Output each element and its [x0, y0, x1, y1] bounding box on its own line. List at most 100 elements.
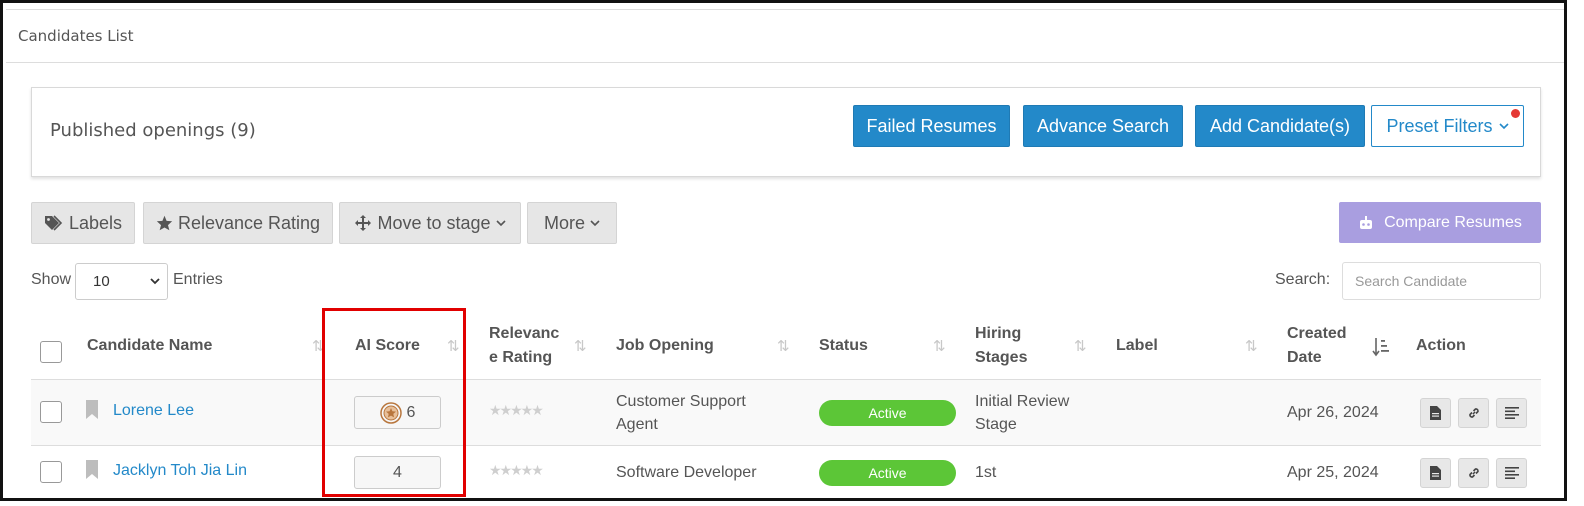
job-opening-line2: Agent: [616, 416, 658, 433]
move-to-stage-label: Move to stage: [377, 212, 491, 233]
sort-icon[interactable]: ⇅: [447, 337, 460, 355]
sort-icon[interactable]: ⇅: [1245, 337, 1258, 355]
header-status[interactable]: Status: [819, 334, 868, 358]
app-frame: Candidates List Published openings (9) F…: [0, 0, 1567, 501]
chevron-down-icon: [495, 219, 506, 226]
view-resume-button[interactable]: [1420, 458, 1451, 488]
hiring-stage: 1st: [975, 464, 997, 481]
sort-descending-icon[interactable]: [1372, 337, 1390, 357]
entries-label: Entries: [173, 271, 223, 288]
row-checkbox[interactable]: [40, 461, 62, 483]
candidate-name-link[interactable]: Lorene Lee: [113, 402, 194, 420]
sort-icon[interactable]: ⇅: [1074, 337, 1087, 355]
header-candidate-name[interactable]: Candidate Name: [87, 334, 212, 358]
header-relevance-line1: Relevanc: [489, 325, 560, 342]
sort-icon[interactable]: ⇅: [777, 337, 790, 355]
row-divider: [31, 445, 1541, 446]
header-created-line1: Created: [1287, 325, 1347, 342]
panel-title: Candidates List: [18, 27, 134, 45]
more-button[interactable]: More: [527, 202, 617, 244]
details-button[interactable]: [1496, 458, 1527, 488]
created-date: Apr 25, 2024: [1287, 464, 1379, 481]
ai-score-badge[interactable]: 4: [354, 456, 441, 489]
job-opening: Software Developer: [616, 464, 757, 481]
add-candidates-label: Add Candidate(s): [1209, 115, 1351, 136]
chevron-down-icon: [150, 278, 160, 285]
advance-search-label: Advance Search: [1036, 115, 1170, 136]
panel-header: Candidates List: [6, 9, 1564, 63]
header-hiring-line2: Stages: [975, 349, 1028, 366]
link-icon: [1468, 468, 1479, 478]
header-label[interactable]: Label: [1116, 334, 1158, 358]
document-icon: [1430, 466, 1441, 480]
robot-icon: [1360, 215, 1373, 229]
sort-icon[interactable]: ⇅: [574, 337, 587, 355]
award-badge-icon: [379, 401, 402, 424]
hiring-stage-line1: Initial Review: [975, 393, 1070, 410]
header-created-date[interactable]: Created Date: [1287, 322, 1347, 370]
relevance-rating-button[interactable]: Relevance Rating: [143, 202, 333, 244]
hiring-stage-line2: Stage: [975, 416, 1017, 433]
failed-resumes-label: Failed Resumes: [866, 115, 997, 136]
tags-icon: [44, 215, 63, 231]
job-opening-line1: Customer Support: [616, 393, 746, 410]
ai-score-value: 4: [393, 463, 402, 481]
chevron-down-icon: [590, 219, 600, 226]
header-created-line2: Date: [1287, 349, 1322, 366]
created-date: Apr 26, 2024: [1287, 404, 1379, 421]
header-job-opening[interactable]: Job Opening: [616, 334, 714, 358]
relevance-rating-label: Relevance Rating: [177, 212, 321, 233]
entries-value: 10: [93, 273, 110, 290]
header-action: Action: [1416, 337, 1466, 354]
star-icon: [156, 215, 173, 231]
job-opening: Customer Support Agent: [616, 390, 746, 436]
entries-select[interactable]: 10: [75, 263, 168, 300]
header-hiring-line1: Hiring: [975, 325, 1022, 342]
view-resume-button[interactable]: [1420, 398, 1451, 428]
preset-filters-button[interactable]: Preset Filters: [1371, 105, 1524, 147]
preset-filters-label: Preset Filters: [1386, 115, 1493, 136]
bookmark-icon[interactable]: [86, 460, 98, 479]
openings-title: Published openings (9): [50, 120, 256, 141]
copy-link-button[interactable]: [1458, 458, 1489, 488]
status-badge: Active: [819, 400, 956, 426]
search-label: Search:: [1275, 271, 1331, 288]
header-relevance-line2: e Rating: [489, 349, 553, 366]
align-left-icon: [1504, 407, 1519, 419]
align-left-icon: [1504, 467, 1519, 479]
sort-icon[interactable]: ⇅: [312, 337, 325, 355]
chevron-down-icon: [1498, 122, 1509, 129]
move-to-stage-button[interactable]: Move to stage: [339, 202, 521, 244]
compare-resumes-button[interactable]: Compare Resumes: [1339, 202, 1541, 243]
header-hiring-stages[interactable]: Hiring Stages: [975, 322, 1027, 370]
link-icon: [1468, 408, 1479, 418]
row-checkbox[interactable]: [40, 401, 62, 423]
search-input[interactable]: Search Candidate: [1342, 262, 1541, 300]
add-candidates-button[interactable]: Add Candidate(s): [1195, 105, 1365, 147]
candidate-name-link[interactable]: Jacklyn Toh Jia Lin: [113, 462, 247, 480]
labels-button[interactable]: Labels: [31, 202, 135, 244]
header-ai-score[interactable]: AI Score: [355, 334, 420, 358]
ai-score-badge[interactable]: 6: [354, 396, 441, 429]
status-badge: Active: [819, 460, 956, 486]
header-relevance-rating[interactable]: Relevanc e Rating: [489, 322, 559, 370]
hiring-stage: Initial Review Stage: [975, 390, 1069, 436]
notification-dot: [1511, 109, 1520, 118]
details-button[interactable]: [1496, 398, 1527, 428]
failed-resumes-button[interactable]: Failed Resumes: [853, 105, 1010, 147]
show-label: Show: [31, 271, 72, 288]
document-icon: [1430, 406, 1441, 420]
compare-resumes-label: Compare Resumes: [1384, 213, 1522, 231]
sort-icon[interactable]: ⇅: [933, 337, 946, 355]
bookmark-icon[interactable]: [86, 400, 98, 419]
labels-label: Labels: [68, 212, 123, 233]
copy-link-button[interactable]: [1458, 398, 1489, 428]
move-arrows-icon: [355, 215, 372, 231]
more-label: More: [543, 212, 585, 233]
select-all-checkbox[interactable]: [40, 341, 62, 363]
ai-score-value: 6: [406, 403, 416, 421]
advance-search-button[interactable]: Advance Search: [1023, 105, 1183, 147]
relevance-stars[interactable]: ★★★★★: [489, 463, 544, 479]
relevance-stars[interactable]: ★★★★★: [489, 403, 544, 419]
search-placeholder: Search Candidate: [1355, 273, 1468, 289]
